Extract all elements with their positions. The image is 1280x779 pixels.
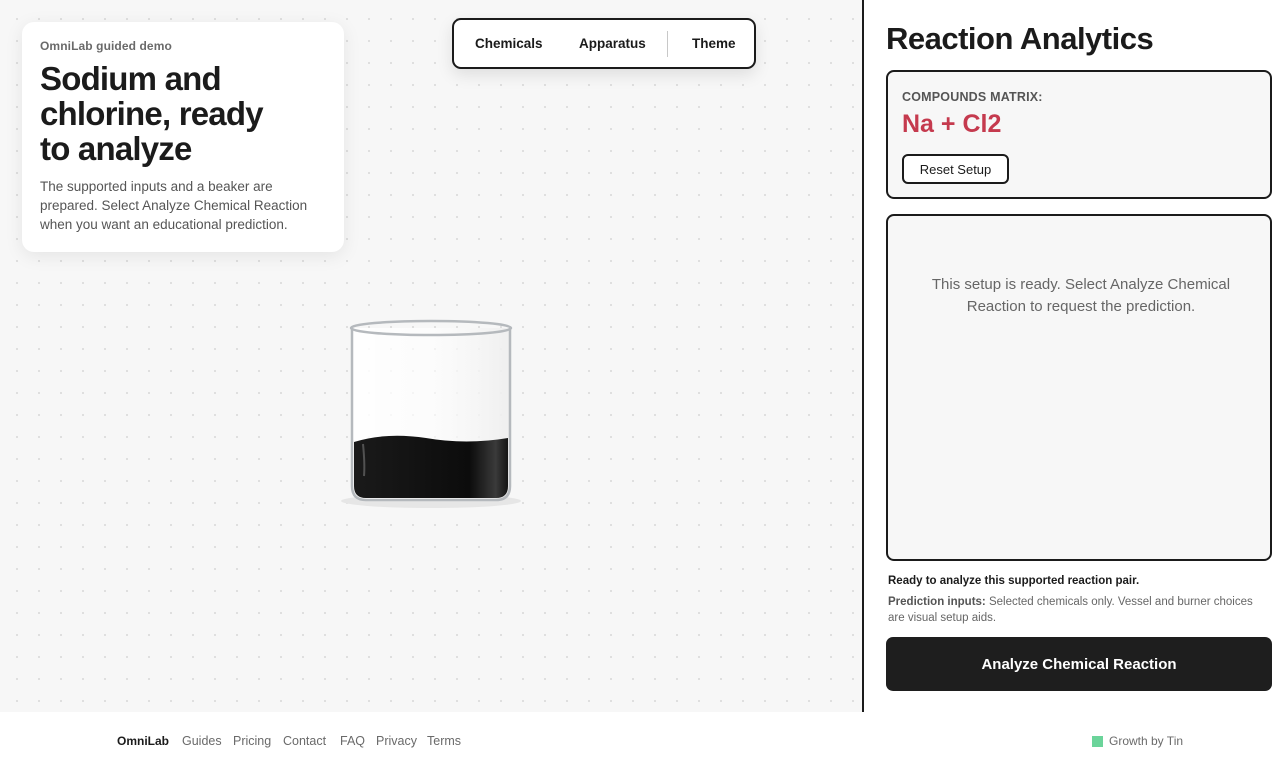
compounds-matrix-card: COMPOUNDS MATRIX: Na + Cl2 Reset Setup (886, 70, 1272, 199)
prediction-inputs-label: Prediction inputs: (888, 596, 986, 608)
footer-brand[interactable]: OmniLab (117, 734, 169, 748)
nav-divider (667, 31, 668, 57)
beaker-icon (341, 319, 521, 508)
nav-theme[interactable]: Theme (692, 36, 736, 51)
beaker[interactable] (336, 314, 526, 514)
lab-canvas: OmniLab guided demo Sodium and chlorine,… (0, 0, 862, 712)
status-text: Ready to analyze this supported reaction… (888, 575, 1140, 587)
footer-link-privacy[interactable]: Privacy (376, 734, 417, 748)
result-message: This setup is ready. Select Analyze Chem… (931, 276, 1231, 315)
growth-text: Growth by Tin (1109, 734, 1184, 748)
panel-title: Reaction Analytics (886, 21, 1154, 56)
prediction-result-card: This setup is ready. Select Analyze Chem… (886, 214, 1272, 561)
compounds-formula: Na + Cl2 (902, 110, 1002, 138)
intro-description: The supported inputs and a beaker are pr… (40, 179, 308, 232)
compounds-matrix-label: COMPOUNDS MATRIX: (902, 90, 1043, 104)
footer-link-pricing[interactable]: Pricing (233, 734, 271, 748)
growth-badge[interactable]: Growth by Tin (1092, 734, 1183, 748)
prediction-inputs-note: Prediction inputs: Selected chemicals on… (888, 594, 1258, 626)
footer-link-faq[interactable]: FAQ (340, 734, 365, 748)
nav-chemicals[interactable]: Chemicals (475, 36, 543, 51)
nav-apparatus[interactable]: Apparatus (579, 36, 646, 51)
growth-square-icon (1092, 735, 1103, 747)
top-nav: Chemicals Apparatus Theme (452, 18, 756, 69)
analyze-reaction-button[interactable]: Analyze Chemical Reaction (886, 637, 1272, 691)
beaker-liquid (354, 435, 508, 498)
panel-divider (862, 0, 864, 712)
intro-card: OmniLab guided demo Sodium and chlorine,… (22, 22, 344, 252)
reset-setup-button[interactable]: Reset Setup (902, 154, 1009, 184)
intro-eyebrow: OmniLab guided demo (40, 39, 172, 53)
intro-headline: Sodium and chlorine, ready to analyze (40, 60, 264, 167)
footer-link-terms[interactable]: Terms (427, 734, 461, 748)
footer: OmniLab Guides Pricing Contact FAQ Priva… (0, 712, 1280, 779)
footer-link-guides[interactable]: Guides (182, 734, 222, 748)
footer-link-contact[interactable]: Contact (283, 734, 326, 748)
